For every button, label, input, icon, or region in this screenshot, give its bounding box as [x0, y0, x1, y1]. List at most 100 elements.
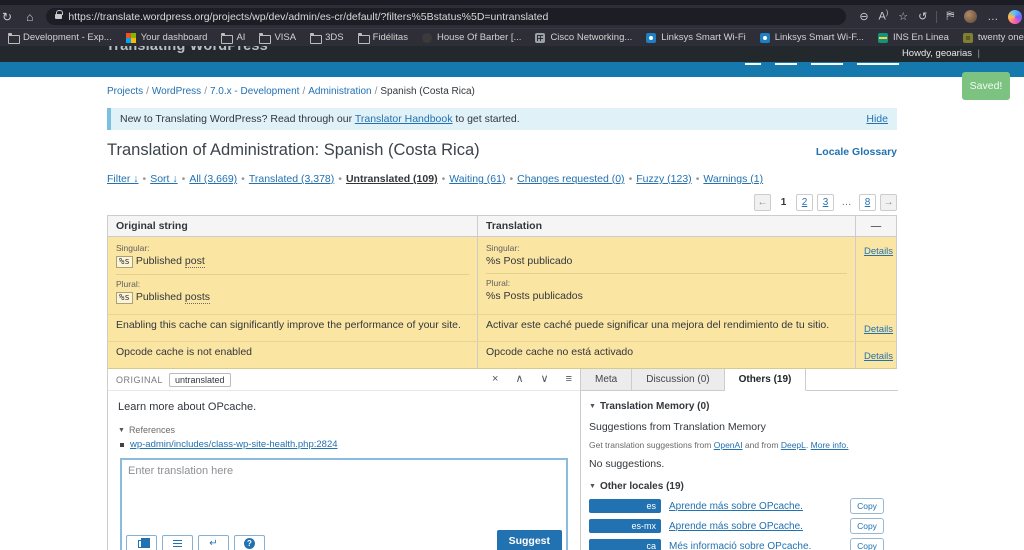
bookmark-item[interactable]: AI [221, 32, 245, 43]
table-row[interactable]: Enabling this cache can significantly im… [108, 314, 896, 341]
folder-icon [221, 33, 231, 43]
bookmark-item[interactable]: Cisco Networking... [535, 32, 632, 43]
bookmark-item[interactable]: Linksys Smart Wi-Fi [646, 32, 745, 43]
site-title[interactable]: Translating WordPress [106, 46, 268, 54]
locale-badge[interactable]: es-mx [589, 519, 661, 533]
bookmark-item[interactable]: Your dashboard [126, 32, 208, 43]
filter-warnings[interactable]: Warnings (1) [703, 173, 763, 185]
filter-translated[interactable]: Translated (3,378) [249, 173, 334, 185]
nav-item-mark[interactable] [745, 63, 761, 65]
url-text[interactable]: https://translate.wordpress.org/projects… [68, 11, 548, 23]
bookmark-item[interactable]: House Of Barber [... [422, 32, 521, 43]
home-icon[interactable]: ⌂ [26, 10, 33, 24]
nav-item-mark[interactable] [811, 63, 843, 65]
favorites-bar-icon[interactable]: ⛿ [946, 10, 954, 23]
copilot-icon[interactable] [1008, 10, 1022, 24]
filter-fuzzy[interactable]: Fuzzy (123) [636, 173, 691, 185]
translation-cell: Singular: %s Post publicado Plural: %s P… [478, 237, 856, 314]
breadcrumb-projects[interactable]: Projects [107, 86, 143, 97]
profile-avatar[interactable] [964, 10, 977, 23]
deepl-link[interactable]: DeepL [781, 440, 806, 450]
glossary-term[interactable]: posts [185, 291, 210, 304]
tab-others[interactable]: Others (19) [725, 369, 807, 391]
table-header-row: Original string Translation — [108, 216, 896, 237]
details-link[interactable]: Details [864, 246, 893, 257]
chevron-down-icon[interactable]: ∨ [541, 374, 549, 385]
breadcrumb-administration[interactable]: Administration [308, 86, 371, 97]
bookmark-item[interactable]: Fidélitas [358, 32, 408, 43]
formatting-button[interactable] [162, 535, 193, 550]
insert-newline-button[interactable]: ↵ [198, 535, 229, 550]
site-nav-menu[interactable] [745, 63, 899, 65]
locale-translation-link[interactable]: Aprende más sobre OPcache. [669, 501, 842, 512]
breadcrumb-wordpress[interactable]: WordPress [152, 86, 201, 97]
locale-badge[interactable]: es [589, 499, 661, 513]
howdy-account-link[interactable]: Howdy, geoarias [902, 48, 972, 59]
page-2-button[interactable]: 2 [796, 194, 813, 211]
glossary-term[interactable]: post [185, 255, 205, 268]
details-link[interactable]: Details [864, 324, 893, 335]
bookmark-item[interactable]: Development - Exp... [8, 32, 112, 43]
read-aloud-icon[interactable]: A) [879, 10, 889, 23]
locale-translation-link[interactable]: Aprende más sobre OPcache. [669, 521, 842, 532]
copy-button[interactable]: Copy [850, 538, 884, 550]
page-3-button[interactable]: 3 [817, 194, 834, 211]
menu-icon[interactable]: ≡ [566, 374, 572, 385]
collections-icon[interactable]: ↺ [918, 10, 927, 23]
tab-meta[interactable]: Meta [580, 369, 632, 390]
tab-discussion[interactable]: Discussion (0) [632, 369, 724, 390]
copy-button[interactable]: Copy [850, 498, 884, 514]
copy-button[interactable]: Copy [850, 518, 884, 534]
address-bar[interactable]: https://translate.wordpress.org/projects… [46, 8, 846, 25]
bookmark-item[interactable]: Linksys Smart Wi-F... [760, 32, 864, 43]
filter-changes-requested[interactable]: Changes requested (0) [517, 173, 624, 185]
collapse-caret-icon[interactable]: ▼ [589, 403, 596, 410]
close-editor-icon[interactable]: × [492, 374, 498, 385]
breadcrumb-dev[interactable]: 7.0.x - Development [210, 86, 300, 97]
translation-textarea[interactable] [122, 460, 566, 526]
translation-memory-header: ▼Translation Memory (0) [589, 401, 890, 412]
next-page-button[interactable]: → [880, 194, 897, 211]
settings-more-icon[interactable]: … [987, 11, 998, 23]
reload-icon[interactable]: ↻ [2, 10, 12, 24]
reference-link[interactable]: wp-admin/includes/class-wp-site-health.p… [130, 439, 338, 450]
original-label: ORIGINAL [116, 375, 163, 385]
suggest-button[interactable]: Suggest [497, 530, 562, 550]
site-favicon [646, 33, 656, 43]
filter-untranslated[interactable]: Untranslated (109) [346, 173, 438, 185]
sort-toggle[interactable]: Sort ↓ [150, 173, 177, 185]
openai-link[interactable]: OpenAI [714, 440, 743, 450]
zoom-out-icon[interactable]: ⊖ [859, 10, 868, 23]
filter-waiting[interactable]: Waiting (61) [449, 173, 505, 185]
collapse-caret-icon[interactable]: ▼ [589, 483, 596, 490]
nav-item-mark[interactable] [857, 63, 899, 65]
details-link[interactable]: Details [864, 351, 893, 362]
filter-toggle[interactable]: Filter ↓ [107, 173, 139, 185]
help-button[interactable]: ? [234, 535, 265, 550]
chevron-up-icon[interactable]: ∧ [515, 374, 523, 385]
collapse-caret-icon[interactable]: ▼ [118, 427, 125, 434]
locale-translation-link[interactable]: Més informació sobre OPcache. [669, 541, 842, 550]
bookmark-item[interactable]: VISA [259, 32, 296, 43]
translations-table: Original string Translation — Singular: … [107, 215, 897, 550]
other-locales-header: ▼Other locales (19) [589, 481, 890, 492]
breadcrumb-current: Spanish (Costa Rica) [380, 86, 474, 97]
translator-handbook-link[interactable]: Translator Handbook [355, 113, 453, 125]
hide-notice-link[interactable]: Hide [866, 113, 888, 125]
site-favicon [878, 33, 888, 43]
prev-page-button[interactable]: ← [754, 194, 771, 211]
table-row[interactable]: Singular: %sPublished post Plural: %sPub… [108, 237, 896, 314]
filter-all[interactable]: All (3,669) [189, 173, 237, 185]
nav-item-mark[interactable] [775, 63, 797, 65]
table-row[interactable]: Opcode cache is not enabled Opcode cache… [108, 341, 896, 368]
favorite-star-icon[interactable]: ☆ [898, 10, 908, 23]
wp-admin-bar: Translating WordPress Howdy, geoarias | [0, 46, 1024, 62]
bookmark-item[interactable]: twenty one pilots -... [963, 32, 1024, 43]
more-info-link[interactable]: More info. [811, 440, 849, 450]
bookmark-item[interactable]: 3DS [310, 32, 343, 43]
copy-original-button[interactable] [126, 535, 157, 550]
locale-glossary-link[interactable]: Locale Glossary [816, 146, 897, 158]
locale-badge[interactable]: ca [589, 539, 661, 550]
page-8-button[interactable]: 8 [859, 194, 876, 211]
bookmark-item[interactable]: INS En Linea [878, 32, 949, 43]
